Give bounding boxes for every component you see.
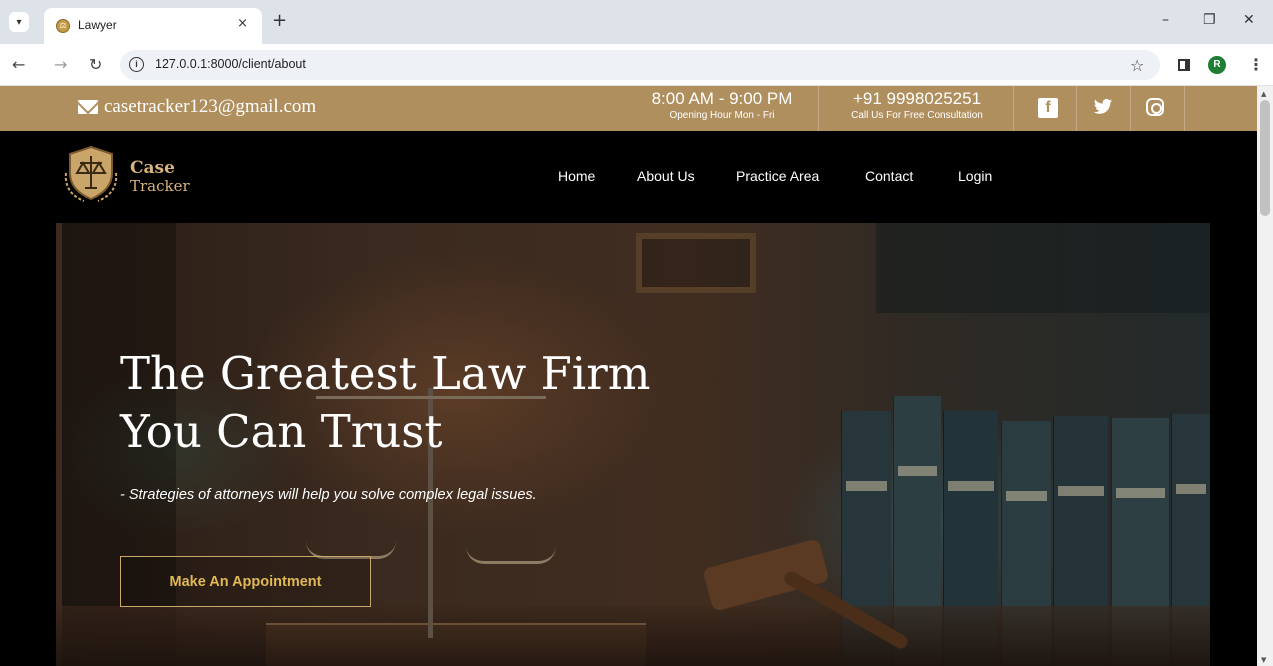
browser-tab-bar: ▾ ⚖ Lawyer × + – ❐ ✕ (0, 0, 1273, 44)
nav-home[interactable]: Home (558, 168, 595, 184)
nav-practice-area[interactable]: Practice Area (736, 168, 819, 184)
twitter-icon[interactable] (1093, 98, 1113, 118)
site-logo[interactable]: Case Tracker (60, 143, 190, 205)
address-bar[interactable]: i 127.0.0.1:8000/client/about (120, 50, 1160, 80)
hero-title-line-1: The Greatest Law Firm (120, 347, 651, 400)
nav-about-us[interactable]: About Us (637, 168, 695, 184)
hours-text: 8:00 AM - 9:00 PM (651, 89, 793, 108)
reload-icon[interactable]: ↻ (89, 55, 102, 74)
logo-line-2: Tracker (130, 177, 190, 195)
book-label (948, 481, 994, 491)
profile-avatar[interactable]: R (1208, 56, 1226, 74)
instagram-icon[interactable] (1146, 98, 1164, 116)
scroll-thumb[interactable] (1260, 100, 1270, 216)
logo-line-1: Case (130, 158, 175, 178)
site-info-icon[interactable]: i (129, 57, 144, 72)
main-navbar: Case Tracker Home About Us Practice Area… (0, 131, 1257, 223)
close-window-icon[interactable]: ✕ (1243, 12, 1255, 28)
favicon-icon: ⚖ (56, 19, 70, 33)
minimize-icon[interactable]: – (1162, 12, 1169, 28)
hero-title: The Greatest Law Firm You Can Trust (120, 345, 650, 461)
hero-banner: The Greatest Law Firm You Can Trust - St… (56, 223, 1210, 666)
url-text[interactable]: 127.0.0.1:8000/client/about (155, 57, 306, 71)
nav-contact[interactable]: Contact (865, 168, 913, 184)
book-stack (266, 623, 646, 666)
tab-close-icon[interactable]: × (237, 16, 248, 31)
new-tab-icon[interactable]: + (272, 10, 287, 31)
divider (1130, 86, 1131, 131)
back-arrow-icon[interactable]: ← (12, 55, 25, 74)
scroll-down-arrow-icon[interactable]: ▼ (1261, 656, 1266, 664)
page-scrollbar[interactable]: ▲ ▼ (1257, 86, 1273, 666)
more-menu-icon[interactable]: ⋮ (1248, 55, 1264, 74)
forward-arrow-icon[interactable]: → (54, 55, 67, 74)
book-label (1006, 491, 1047, 501)
browser-tab[interactable]: ⚖ Lawyer × (44, 8, 262, 44)
tab-title: Lawyer (78, 18, 117, 32)
tab-search-chevron-icon[interactable]: ▾ (9, 12, 29, 32)
book-label (1176, 484, 1206, 494)
opening-hours: 8:00 AM - 9:00 PM Opening Hour Mon - Fri (622, 89, 822, 123)
hours-subtext: Opening Hour Mon - Fri (669, 110, 775, 121)
bookmark-star-icon[interactable]: ☆ (1130, 56, 1144, 75)
book-label (846, 481, 887, 491)
browser-toolbar: ← → ↻ i 127.0.0.1:8000/client/about ☆ R … (0, 44, 1273, 86)
phone-info: +91 9998025251 Call Us For Free Consulta… (822, 89, 1012, 123)
scale-pan-right (466, 546, 556, 564)
top-info-bar: casetracker123@gmail.com 8:00 AM - 9:00 … (0, 86, 1257, 131)
facebook-icon[interactable]: f (1038, 98, 1058, 118)
phone-subtext: Call Us For Free Consultation (851, 110, 983, 121)
envelope-icon (78, 100, 98, 114)
upper-shelf (876, 223, 1210, 313)
wall-frame (636, 233, 756, 293)
gavel-head (702, 538, 830, 612)
side-panel-icon[interactable] (1178, 59, 1190, 71)
nav-login[interactable]: Login (958, 168, 992, 184)
divider (1076, 86, 1077, 131)
phone-text[interactable]: +91 9998025251 (822, 89, 1012, 109)
scroll-up-arrow-icon[interactable]: ▲ (1261, 90, 1266, 98)
make-appointment-button[interactable]: Make An Appointment (120, 556, 371, 607)
logo-text: Case Tracker (130, 159, 190, 195)
email-text[interactable]: casetracker123@gmail.com (104, 96, 316, 118)
divider (1013, 86, 1014, 131)
hero-subtitle: - Strategies of attorneys will help you … (120, 487, 537, 503)
contact-email[interactable]: casetracker123@gmail.com (78, 96, 316, 118)
book-label (898, 466, 937, 476)
hero-title-line-2: You Can Trust (120, 405, 443, 458)
divider (818, 86, 819, 131)
divider (1184, 86, 1185, 131)
book-label (1116, 488, 1165, 498)
restore-icon[interactable]: ❐ (1203, 12, 1216, 28)
book-label (1058, 486, 1104, 496)
scales-shield-icon (64, 145, 118, 202)
